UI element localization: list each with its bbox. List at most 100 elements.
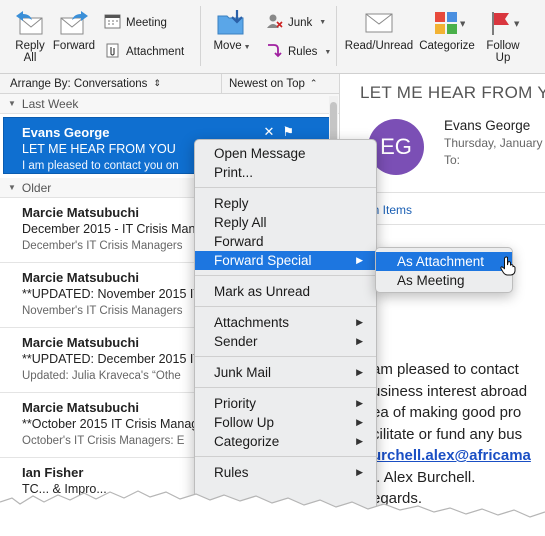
submenu-arrow-icon: ▶ <box>356 398 363 408</box>
menu-item-junk-mail[interactable]: Junk Mail ▶ <box>195 363 376 382</box>
group-header-last-week[interactable]: ▼ Last Week <box>0 94 339 114</box>
read-unread-button[interactable]: Read/Unread <box>344 6 414 52</box>
menu-label: Forward Special <box>214 253 312 268</box>
junk-label: Junk <box>288 16 313 29</box>
menu-item-forward-special[interactable]: Forward Special ▶ <box>195 251 376 270</box>
svg-text:▼: ▼ <box>460 20 465 28</box>
follow-up-button[interactable]: ▼ Follow Up <box>480 6 526 64</box>
submenu-arrow-icon: ▶ <box>356 436 363 446</box>
hand-cursor-icon <box>500 256 516 276</box>
forward-special-submenu: As Attachment As Meeting <box>375 247 513 293</box>
collapse-triangle-icon: ▼ <box>8 99 16 108</box>
menu-item-forward[interactable]: Forward <box>195 232 376 251</box>
menu-item-as-attachment[interactable]: As Attachment <box>376 252 512 271</box>
calendar-icon <box>104 13 121 32</box>
move-button[interactable]: Move ▼ <box>210 6 254 54</box>
menu-label: Print... <box>214 165 254 180</box>
menu-label: Sender <box>214 334 258 349</box>
follow-up-label-2: Up <box>495 52 511 64</box>
menu-separator <box>195 187 376 188</box>
ribbon: Reply All Forward Meeting Attachment Mov… <box>0 0 545 74</box>
forward-icon <box>57 6 91 40</box>
reading-date: Thursday, January <box>444 136 543 150</box>
reply-all-icon <box>14 6 46 40</box>
rules-label: Rules <box>288 46 318 58</box>
ribbon-separator <box>200 6 201 66</box>
menu-item-open-message[interactable]: Open Message <box>195 144 376 163</box>
categorize-icon: ▼ <box>429 6 465 40</box>
menu-item-reply[interactable]: Reply <box>195 194 376 213</box>
group-label: Older <box>21 180 52 195</box>
categorize-button[interactable]: ▼ Categorize <box>418 6 476 52</box>
menu-label: Follow Up <box>214 415 275 430</box>
menu-label: As Attachment <box>397 254 485 269</box>
sort-order-dropdown[interactable]: Newest on Top ⌃ <box>222 74 317 93</box>
menu-label: Attachments <box>214 315 290 330</box>
reading-sender[interactable]: Evans George <box>444 118 530 133</box>
body-line: ea of making good pro <box>372 404 522 421</box>
menu-item-categorize[interactable]: Categorize ▶ <box>195 432 376 451</box>
junk-person-icon <box>266 13 283 32</box>
rules-button[interactable]: Rules ▼ <box>266 42 331 62</box>
menu-separator <box>195 356 376 357</box>
move-folder-icon <box>215 6 249 40</box>
chevron-up-icon: ⌃ <box>309 78 318 88</box>
submenu-arrow-icon: ▶ <box>356 317 363 327</box>
reply-all-label-1: Reply <box>15 40 45 52</box>
forward-label: Forward <box>52 40 96 52</box>
menu-separator <box>195 387 376 388</box>
menu-item-attachments[interactable]: Attachments ▶ <box>195 313 376 332</box>
svg-text:▼: ▼ <box>514 20 520 28</box>
menu-label: Priority <box>214 396 257 411</box>
menu-separator <box>195 456 376 457</box>
submenu-arrow-icon: ▶ <box>356 255 363 265</box>
sort-order-label: Newest on Top <box>229 77 305 90</box>
menu-separator <box>195 306 376 307</box>
attachment-button[interactable]: Attachment <box>104 42 184 62</box>
torn-edge-decoration <box>0 490 545 536</box>
body-line: am pleased to contact <box>372 361 519 378</box>
menu-label: Forward <box>214 234 264 249</box>
menu-label: Reply All <box>214 215 267 230</box>
menu-label: Reply <box>214 196 249 211</box>
forward-button[interactable]: Forward <box>52 6 96 52</box>
meeting-button[interactable]: Meeting <box>104 13 167 32</box>
attachment-label: Attachment <box>126 46 185 58</box>
menu-item-priority[interactable]: Priority ▶ <box>195 394 376 413</box>
menu-item-print[interactable]: Print... <box>195 163 376 182</box>
arrange-by-label: Arrange By: Conversations <box>10 77 148 90</box>
ribbon-separator <box>336 6 337 66</box>
message-actions: ✕ ⚑ <box>263 124 294 140</box>
menu-label: As Meeting <box>397 273 465 288</box>
arrange-bar: Arrange By: Conversations ⇕ Newest on To… <box>0 74 339 94</box>
updown-chevron-icon: ⇕ <box>153 78 161 88</box>
menu-separator <box>195 275 376 276</box>
body-line: cilitate or fund any bus <box>372 425 523 443</box>
flag-icon: ▼ <box>485 6 521 40</box>
menu-item-follow-up[interactable]: Follow Up ▶ <box>195 413 376 432</box>
flag-icon[interactable]: ⚑ <box>282 124 294 140</box>
group-label: Last Week <box>21 96 79 111</box>
follow-up-label-1: Follow <box>486 40 520 52</box>
menu-item-mark-unread[interactable]: Mark as Unread <box>195 282 376 301</box>
reading-subject: LET ME HEAR FROM YOU <box>360 83 545 102</box>
reply-all-label-2: All <box>23 52 37 64</box>
arrange-by-dropdown[interactable]: Arrange By: Conversations ⇕ <box>0 74 222 93</box>
submenu-arrow-icon: ▶ <box>356 367 363 377</box>
menu-label: Mark as Unread <box>214 284 311 299</box>
junk-button[interactable]: Junk ▼ <box>266 13 326 32</box>
delete-x-icon[interactable]: ✕ <box>263 124 274 140</box>
submenu-arrow-icon: ▶ <box>356 417 363 427</box>
menu-item-as-meeting[interactable]: As Meeting <box>376 271 512 290</box>
read-unread-label: Read/Unread <box>344 40 414 52</box>
paperclip-icon <box>104 42 121 62</box>
menu-label: Junk Mail <box>214 365 272 380</box>
categorize-label: Categorize <box>419 40 475 52</box>
reading-to-label: To: <box>444 153 461 167</box>
submenu-arrow-icon: ▶ <box>356 336 363 346</box>
menu-item-reply-all[interactable]: Reply All <box>195 213 376 232</box>
move-label: Move ▼ <box>213 40 251 52</box>
reply-all-button[interactable]: Reply All <box>12 6 48 64</box>
menu-label: Categorize <box>214 434 280 449</box>
menu-item-sender[interactable]: Sender ▶ <box>195 332 376 351</box>
